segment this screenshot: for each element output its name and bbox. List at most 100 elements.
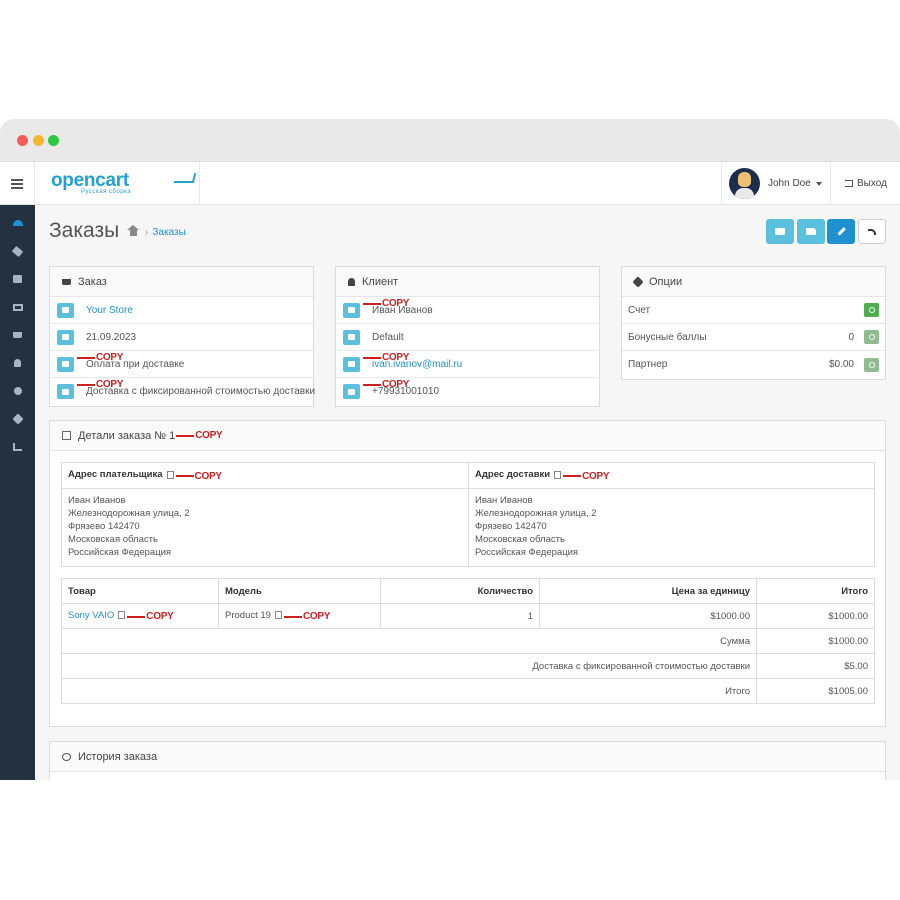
quantity-cell: 1 — [380, 603, 540, 629]
window-titlebar — [0, 119, 900, 162]
plus-circle-icon — [868, 361, 875, 368]
add-commission-button[interactable] — [864, 357, 879, 372]
order-date-row: 21.09.2023 — [50, 324, 313, 351]
bonus-value: 0 — [848, 331, 854, 343]
cart-icon — [62, 278, 71, 285]
sidebar-item-dashboard[interactable] — [0, 209, 35, 237]
pencil-icon — [836, 227, 846, 236]
envelope-icon — [343, 356, 360, 372]
reply-icon — [868, 228, 876, 235]
sidebar-item-extensions[interactable] — [0, 265, 35, 293]
print-invoice-button[interactable] — [766, 219, 794, 244]
maximize-window-dot[interactable] — [48, 135, 59, 146]
chart-icon — [13, 443, 22, 451]
user-icon — [348, 277, 355, 286]
grand-total-row: Итого $1005.00 — [61, 678, 875, 704]
order-panel-header: Заказ — [50, 267, 313, 297]
copy-icon[interactable] — [274, 611, 282, 620]
order-payment-row: Оплата при доставке COPY — [50, 351, 313, 378]
menu-toggle-button[interactable] — [0, 162, 35, 205]
invoice-row: Счет — [622, 297, 885, 324]
breadcrumb-orders-link[interactable]: Заказы — [152, 227, 185, 238]
shipping-total-row: Доставка с фиксированной стоимостью дост… — [61, 653, 875, 679]
order-shipping-row: Доставка с фиксированной стоимостью дост… — [50, 378, 315, 405]
copy-marker: COPY — [176, 430, 223, 441]
home-icon[interactable] — [127, 225, 139, 237]
address-table: Адрес плательщика COPY Адрес доставки COPY… — [61, 462, 875, 567]
caret-down-icon — [815, 181, 822, 186]
options-panel-title: Опции — [649, 275, 683, 288]
main-content: Заказы › Заказы Заказ Your Store 21.09.2… — [35, 205, 900, 780]
back-button[interactable] — [858, 219, 886, 244]
total-cell: $1000.00 — [756, 603, 875, 629]
monitor-icon — [12, 303, 23, 311]
sidebar-item-system[interactable] — [0, 405, 35, 433]
copy-marker: COPY — [363, 379, 409, 390]
order-details-header: Детали заказа № 1 COPY — [50, 421, 885, 451]
table-row: Sony VAIO COPY Product 19 COPY 1 $1000.00 … — [61, 603, 875, 629]
store-link[interactable]: Your Store — [86, 305, 133, 316]
edit-order-button[interactable] — [827, 219, 855, 244]
phone-icon — [343, 384, 360, 399]
copy-icon[interactable] — [118, 611, 126, 620]
subtotal-label: Сумма — [61, 628, 757, 654]
copy-icon[interactable] — [166, 470, 174, 479]
order-history-header: История заказа — [50, 742, 885, 772]
print-shipping-button[interactable] — [797, 219, 825, 244]
product-link[interactable]: Sony VAIO — [68, 610, 114, 621]
add-bonus-button[interactable] — [864, 330, 879, 344]
hamburger-icon — [11, 178, 23, 189]
sidebar-item-reports[interactable] — [0, 433, 35, 461]
close-window-dot[interactable] — [17, 135, 28, 146]
truck-icon — [57, 384, 74, 399]
product-cell: Sony VAIO COPY — [61, 603, 219, 629]
user-icon — [343, 302, 360, 318]
order-details-panel: Детали заказа № 1 COPY Адрес плательщика… — [49, 420, 886, 727]
minimize-window-dot[interactable] — [33, 135, 44, 146]
sidebar-item-sales[interactable] — [0, 321, 35, 349]
browser-window: opencart Русская сборка John Doe Выход З… — [0, 119, 900, 780]
partner-value: $0.00 — [828, 359, 854, 370]
client-group-row: Default — [336, 324, 599, 351]
client-phone-row: +79931001010 COPY — [336, 378, 599, 405]
calendar-icon — [57, 329, 74, 345]
sidebar-item-catalog[interactable] — [0, 237, 35, 265]
client-name-row: Иван Иванов COPY — [336, 297, 599, 324]
dashboard-icon — [12, 220, 23, 226]
avatar — [729, 168, 760, 199]
options-panel: Опции Счет Бонусные баллы 0 Партнер $0.0… — [621, 266, 886, 380]
shipping-total-value: $5.00 — [756, 653, 875, 679]
sidebar-item-customers[interactable] — [0, 349, 35, 377]
copy-marker: COPY — [363, 298, 409, 309]
order-date: 21.09.2023 — [86, 331, 137, 343]
plus-circle-icon — [868, 334, 875, 340]
print-icon — [775, 228, 785, 235]
client-email-row: ivan.ivanov@mail.ru COPY — [336, 351, 599, 378]
puzzle-icon — [13, 275, 22, 283]
copy-marker: COPY — [175, 471, 222, 482]
bonus-row: Бонусные баллы 0 — [622, 324, 885, 351]
column-quantity: Количество — [380, 578, 540, 604]
generate-invoice-button[interactable] — [864, 303, 879, 317]
partner-row: Партнер $0.00 — [622, 351, 885, 378]
tag-icon — [11, 245, 24, 257]
logout-link[interactable]: Выход — [832, 162, 900, 205]
logout-label: Выход — [857, 178, 887, 189]
user-menu[interactable]: John Doe — [721, 162, 831, 205]
order-store-row: Your Store — [50, 297, 313, 324]
copy-icon[interactable] — [554, 470, 562, 479]
sidebar-item-marketing[interactable] — [0, 377, 35, 405]
order-history-panel: История заказа — [49, 741, 886, 780]
order-panel-title: Заказ — [78, 275, 107, 288]
copy-marker: COPY — [77, 352, 123, 363]
copy-marker: COPY — [563, 471, 610, 482]
cart-logo-icon — [173, 173, 197, 183]
truck-icon — [806, 228, 816, 235]
column-model: Модель — [218, 578, 381, 604]
client-panel-title: Клиент — [362, 275, 399, 288]
group-icon — [343, 329, 360, 345]
partner-label: Партнер — [628, 359, 668, 370]
opencart-logo[interactable]: opencart Русская сборка — [35, 162, 200, 205]
subtotal-value: $1000.00 — [756, 628, 875, 654]
sidebar-item-design[interactable] — [0, 293, 35, 321]
